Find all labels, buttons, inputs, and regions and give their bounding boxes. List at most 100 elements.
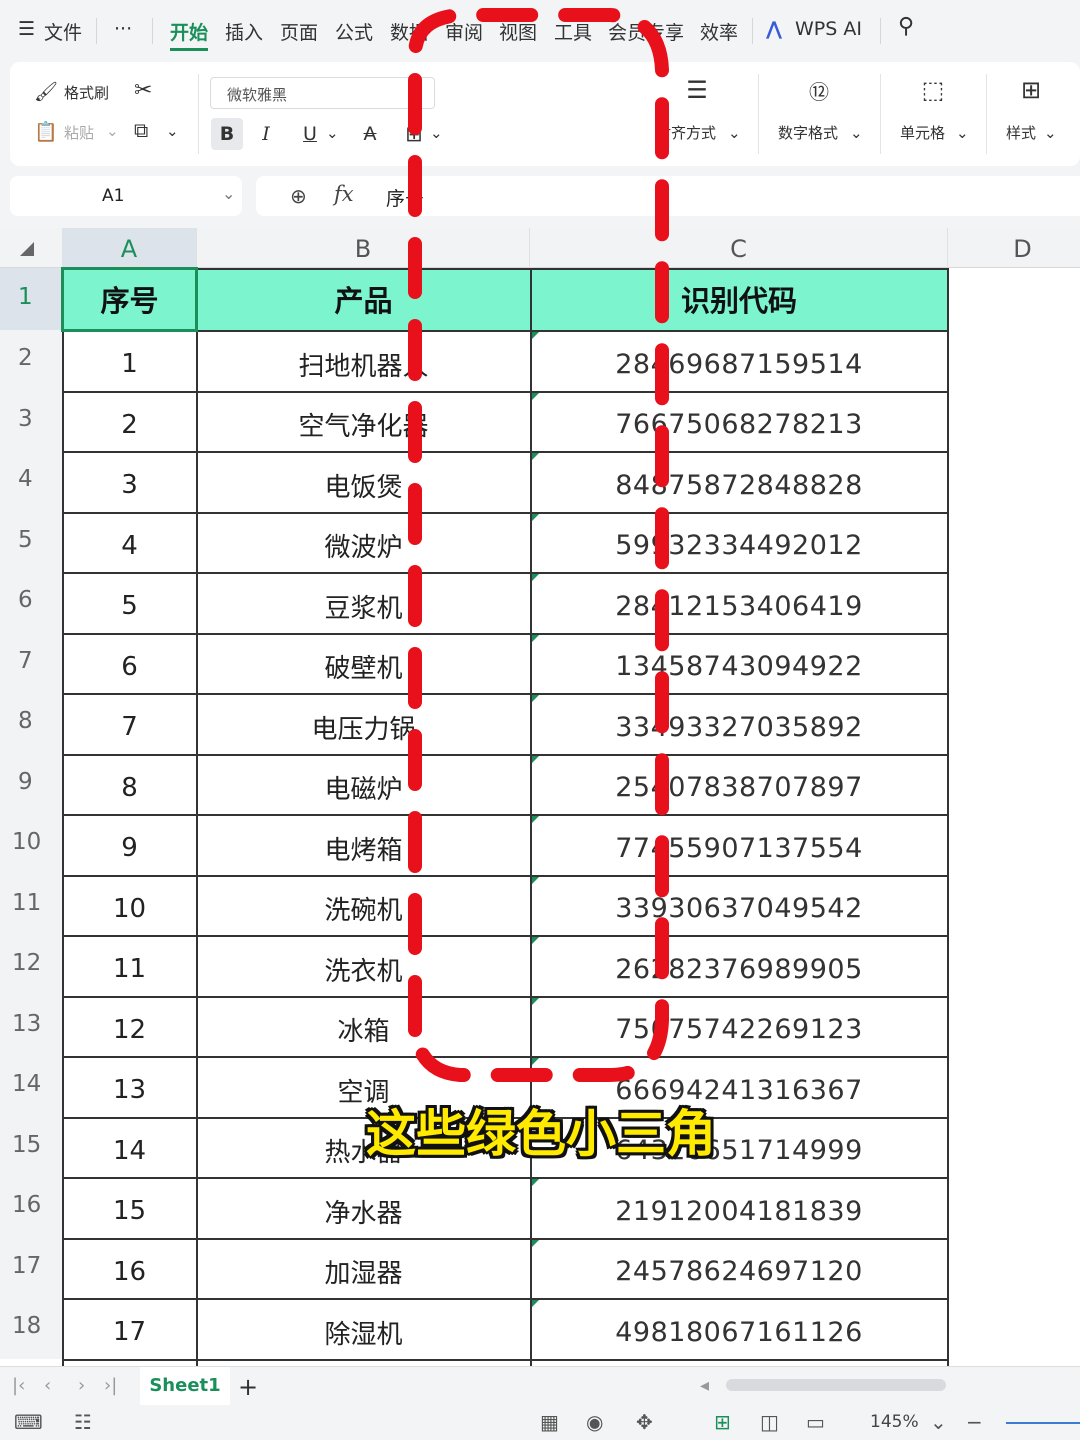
error-indicator-triangle[interactable] [532, 574, 539, 581]
cell-product[interactable]: 加湿器 [197, 1242, 530, 1303]
search-icon[interactable]: ⚲ [898, 14, 914, 39]
eye-protection-icon[interactable]: ◉ [586, 1410, 603, 1434]
cell-code[interactable]: 24578624697120 [530, 1242, 948, 1303]
column-header-b[interactable]: B [197, 228, 530, 268]
normal-view-icon[interactable]: ⊞ [714, 1410, 731, 1434]
macro-icon[interactable]: ⌨ [14, 1410, 43, 1434]
row-header[interactable]: 11 [0, 874, 62, 935]
tab-data[interactable]: 数据 [390, 18, 428, 45]
header-cell-code[interactable]: 识别代码 [530, 268, 948, 330]
cell-code[interactable]: 77455907137554 [530, 818, 948, 879]
row-header[interactable]: 13 [0, 995, 62, 1056]
menu-file[interactable]: 文件 [44, 18, 82, 45]
cell-product[interactable]: 除湿机 [197, 1302, 530, 1363]
chevron-down-icon[interactable]: ⌄ [728, 124, 741, 142]
cell-product[interactable]: 电饭煲 [197, 455, 530, 516]
cell-seq[interactable]: 11 [62, 939, 197, 1000]
header-cell-product[interactable]: 产品 [197, 268, 530, 330]
cell-seq[interactable]: 9 [62, 818, 197, 879]
border-icon[interactable]: ⊞ [398, 118, 430, 150]
error-indicator-triangle[interactable] [532, 453, 539, 460]
formula-bar[interactable]: ⊕ fx 序号 [256, 176, 1080, 216]
prev-sheet-icon[interactable]: ‹ [44, 1375, 51, 1396]
cell-code[interactable]: 59932334492012 [530, 516, 948, 577]
cell-seq[interactable]: 17 [62, 1302, 197, 1363]
cell-code[interactable]: 26282376989905 [530, 939, 948, 1000]
cell-seq[interactable]: 16 [62, 1242, 197, 1303]
cell-code[interactable]: 33493327035892 [530, 697, 948, 758]
cell-product[interactable]: 冰箱 [197, 1000, 530, 1061]
cell-seq[interactable]: 1 [62, 334, 197, 395]
row-header[interactable]: 6 [0, 572, 62, 633]
error-indicator-triangle[interactable] [532, 997, 539, 1005]
format-painter-button[interactable]: 格式刷 [64, 82, 109, 103]
chevron-down-icon[interactable]: ⌄ [222, 184, 235, 203]
page-break-icon[interactable]: ▭ [806, 1410, 825, 1434]
cell-code[interactable]: 33930637049542 [530, 879, 948, 940]
hamburger-icon[interactable]: ☰ [18, 18, 35, 40]
cell-seq[interactable]: 13 [62, 1060, 197, 1121]
tab-view[interactable]: 视图 [499, 18, 537, 45]
row-header[interactable]: 18 [0, 1298, 62, 1359]
row-header[interactable]: 5 [0, 511, 62, 572]
error-indicator-triangle[interactable] [532, 876, 539, 884]
row-header[interactable]: 14 [0, 1056, 62, 1117]
tab-formula[interactable]: 公式 [335, 18, 373, 45]
cell-code[interactable]: 28412153406419 [530, 576, 948, 637]
last-sheet-icon[interactable]: ›| [104, 1375, 117, 1396]
align-icon[interactable]: ☰ [680, 76, 714, 108]
error-indicator-triangle[interactable] [532, 695, 539, 702]
zoom-out-icon[interactable]: − [966, 1410, 983, 1434]
page-layout-icon[interactable]: ◫ [760, 1410, 779, 1434]
cell-seq[interactable]: 12 [62, 1000, 197, 1061]
cell-product[interactable]: 净水器 [197, 1181, 530, 1242]
zoom-in-icon[interactable]: ⊕ [290, 184, 307, 208]
font-name-dropdown[interactable]: 微软雅黑 [210, 77, 435, 109]
error-indicator-triangle[interactable] [532, 755, 539, 763]
cell-seq[interactable]: 5 [62, 576, 197, 637]
row-header[interactable]: 17 [0, 1237, 62, 1298]
copy-icon[interactable]: ⧉ [134, 118, 148, 142]
error-indicator-triangle[interactable] [532, 513, 539, 521]
function-icon[interactable]: fx [334, 182, 354, 206]
tab-home[interactable]: 开始 [170, 18, 208, 45]
doc-status-icon[interactable]: ☷ [74, 1410, 92, 1434]
cell-product[interactable]: 扫地机器人 [197, 334, 530, 395]
sheet-grid[interactable]: A B C D 1 2 3 4 5 6 7 8 9 10 11 12 13 14 15 16 17 18 序号 产品… [0, 228, 1080, 1366]
tab-tools[interactable]: 工具 [554, 18, 592, 45]
cell-product[interactable]: 洗碗机 [197, 879, 530, 940]
cell-seq[interactable]: 7 [62, 697, 197, 758]
zoom-slider[interactable] [1006, 1422, 1080, 1424]
cell-code[interactable]: 49818067161126 [530, 1302, 948, 1363]
cell-code[interactable]: 13458743094922 [530, 637, 948, 698]
cell-seq[interactable]: 10 [62, 879, 197, 940]
cell-code[interactable]: 25407838707897 [530, 758, 948, 819]
cell-icon[interactable]: ⬚ [916, 76, 950, 108]
error-indicator-triangle[interactable] [532, 392, 539, 400]
underline-button[interactable]: U [294, 118, 326, 150]
cell-product[interactable]: 空气净化器 [197, 395, 530, 456]
cell-product[interactable]: 豆浆机 [197, 576, 530, 637]
tab-insert[interactable]: 插入 [225, 18, 263, 45]
column-header-c[interactable]: C [530, 228, 948, 268]
tab-review[interactable]: 审阅 [445, 18, 483, 45]
italic-button[interactable]: I [250, 118, 282, 150]
row-header[interactable]: 12 [0, 935, 62, 996]
error-indicator-triangle[interactable] [532, 332, 539, 339]
more-menu-button[interactable]: ··· [114, 18, 132, 40]
add-sheet-button[interactable]: + [238, 1373, 258, 1401]
row-header[interactable]: 7 [0, 632, 62, 693]
chevron-down-icon[interactable]: ⌄ [326, 124, 339, 142]
cell-product[interactable]: 电压力锅 [197, 697, 530, 758]
row-header[interactable]: 2 [0, 330, 62, 391]
row-header[interactable]: 15 [0, 1116, 62, 1177]
error-indicator-triangle[interactable] [532, 937, 539, 944]
error-indicator-triangle[interactable] [532, 816, 539, 823]
focus-mode-icon[interactable]: ✥ [636, 1410, 653, 1434]
error-indicator-triangle[interactable] [532, 1058, 539, 1065]
row-header[interactable]: 1 [0, 268, 62, 330]
cell-product[interactable]: 电磁炉 [197, 758, 530, 819]
chevron-down-icon[interactable]: ⌄ [106, 122, 119, 140]
error-indicator-triangle[interactable] [532, 634, 539, 642]
cut-icon[interactable]: ✂ [134, 78, 152, 103]
